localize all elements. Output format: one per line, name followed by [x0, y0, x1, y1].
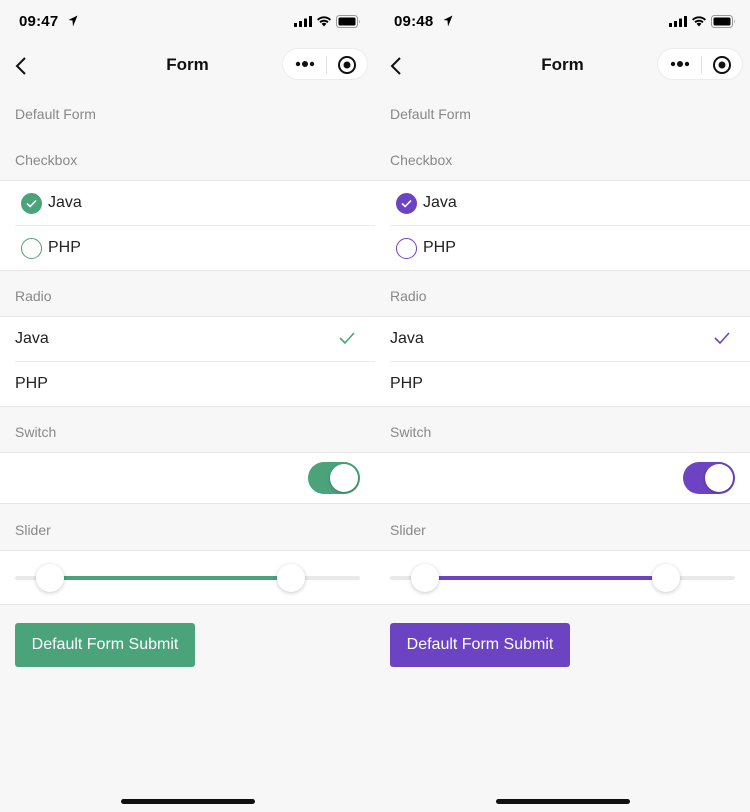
radio-option-label: Java: [15, 330, 49, 347]
battery-icon: [711, 15, 735, 28]
battery-icon: [336, 15, 360, 28]
section-title: Default Form: [15, 106, 96, 122]
checkbox-label: Checkbox: [390, 152, 453, 168]
checkbox-unchecked-icon[interactable]: [396, 238, 417, 259]
status-time: 09:48: [394, 13, 434, 30]
status-time: 09:47: [19, 13, 59, 30]
switch-knob[interactable]: [705, 464, 733, 492]
screens-container: 09:47 Form Default Form Checkbox Java PH…: [0, 0, 750, 812]
toggle-switch[interactable]: [683, 462, 735, 494]
checkbox-option-php[interactable]: PHP: [15, 226, 375, 271]
switch-label: Switch: [390, 424, 432, 440]
checkbox-checked-icon[interactable]: [396, 193, 417, 214]
switch-group: [0, 452, 375, 504]
phone-screen-left: 09:47 Form Default Form Checkbox Java PH…: [0, 0, 375, 812]
slider-track[interactable]: [390, 576, 735, 580]
checkbox-unchecked-icon[interactable]: [21, 238, 42, 259]
checkbox-checked-icon[interactable]: [21, 193, 42, 214]
radio-option-label: PHP: [15, 375, 48, 392]
status-bar: 09:48: [375, 0, 750, 44]
home-indicator: [496, 799, 630, 804]
checkbox-label: Checkbox: [15, 152, 78, 168]
phone-screen-right: 09:48 Form Default Form Checkbox Java PH…: [375, 0, 750, 812]
checkbox-group: Java PHP: [0, 180, 375, 271]
submit-button[interactable]: Default Form Submit: [15, 623, 195, 667]
checkmark-icon: [714, 332, 730, 344]
slider-group: [375, 550, 750, 605]
slider-thumb-min[interactable]: [410, 564, 439, 592]
slider-group: [0, 550, 375, 605]
wifi-icon: [317, 16, 331, 27]
toggle-switch[interactable]: [308, 462, 360, 494]
radio-group: Java PHP: [375, 316, 750, 407]
switch-group: [375, 452, 750, 504]
radio-option-label: Java: [390, 330, 424, 347]
slider-label: Slider: [390, 522, 426, 538]
slider-thumb-max[interactable]: [277, 564, 305, 592]
submit-button[interactable]: Default Form Submit: [390, 623, 570, 667]
radio-option-java[interactable]: Java: [390, 317, 750, 362]
radio-label: Radio: [15, 288, 52, 304]
slider-thumb-max[interactable]: [652, 564, 680, 592]
checkbox-option-php[interactable]: PHP: [390, 226, 750, 271]
slider-label: Slider: [15, 522, 51, 538]
radio-option-label: PHP: [390, 375, 423, 392]
nav-bar: Form: [0, 44, 375, 88]
radio-option-php[interactable]: PHP: [15, 362, 375, 407]
nav-bar: Form: [375, 44, 750, 88]
checkbox-option-label: PHP: [48, 239, 81, 256]
section-title: Default Form: [390, 106, 471, 122]
slider-track-fill: [49, 576, 291, 580]
location-arrow-icon: [68, 15, 78, 27]
location-arrow-icon: [443, 15, 453, 27]
checkbox-option-java[interactable]: Java: [390, 181, 750, 226]
radio-group: Java PHP: [0, 316, 375, 407]
switch-knob[interactable]: [330, 464, 358, 492]
more-dots-icon[interactable]: [295, 58, 315, 70]
slider-track[interactable]: [15, 576, 360, 580]
target-circle-icon[interactable]: [712, 55, 732, 75]
mini-program-capsule: [657, 48, 743, 80]
wifi-icon: [692, 16, 706, 27]
slider-track-fill: [424, 576, 666, 580]
checkbox-option-java[interactable]: Java: [15, 181, 375, 226]
target-circle-icon[interactable]: [337, 55, 357, 75]
checkbox-option-label: Java: [48, 194, 82, 211]
status-bar: 09:47: [0, 0, 375, 44]
home-indicator: [121, 799, 255, 804]
cellular-signal-icon: [669, 16, 687, 27]
cellular-signal-icon: [294, 16, 312, 27]
mini-program-capsule: [282, 48, 368, 80]
more-dots-icon[interactable]: [670, 58, 690, 70]
radio-option-php[interactable]: PHP: [390, 362, 750, 407]
checkbox-group: Java PHP: [375, 180, 750, 271]
checkbox-option-label: PHP: [423, 239, 456, 256]
capsule-divider: [326, 56, 327, 74]
radio-option-java[interactable]: Java: [15, 317, 375, 362]
capsule-divider: [701, 56, 702, 74]
switch-label: Switch: [15, 424, 57, 440]
radio-label: Radio: [390, 288, 427, 304]
checkmark-icon: [339, 332, 355, 344]
slider-thumb-min[interactable]: [35, 564, 64, 592]
checkbox-option-label: Java: [423, 194, 457, 211]
